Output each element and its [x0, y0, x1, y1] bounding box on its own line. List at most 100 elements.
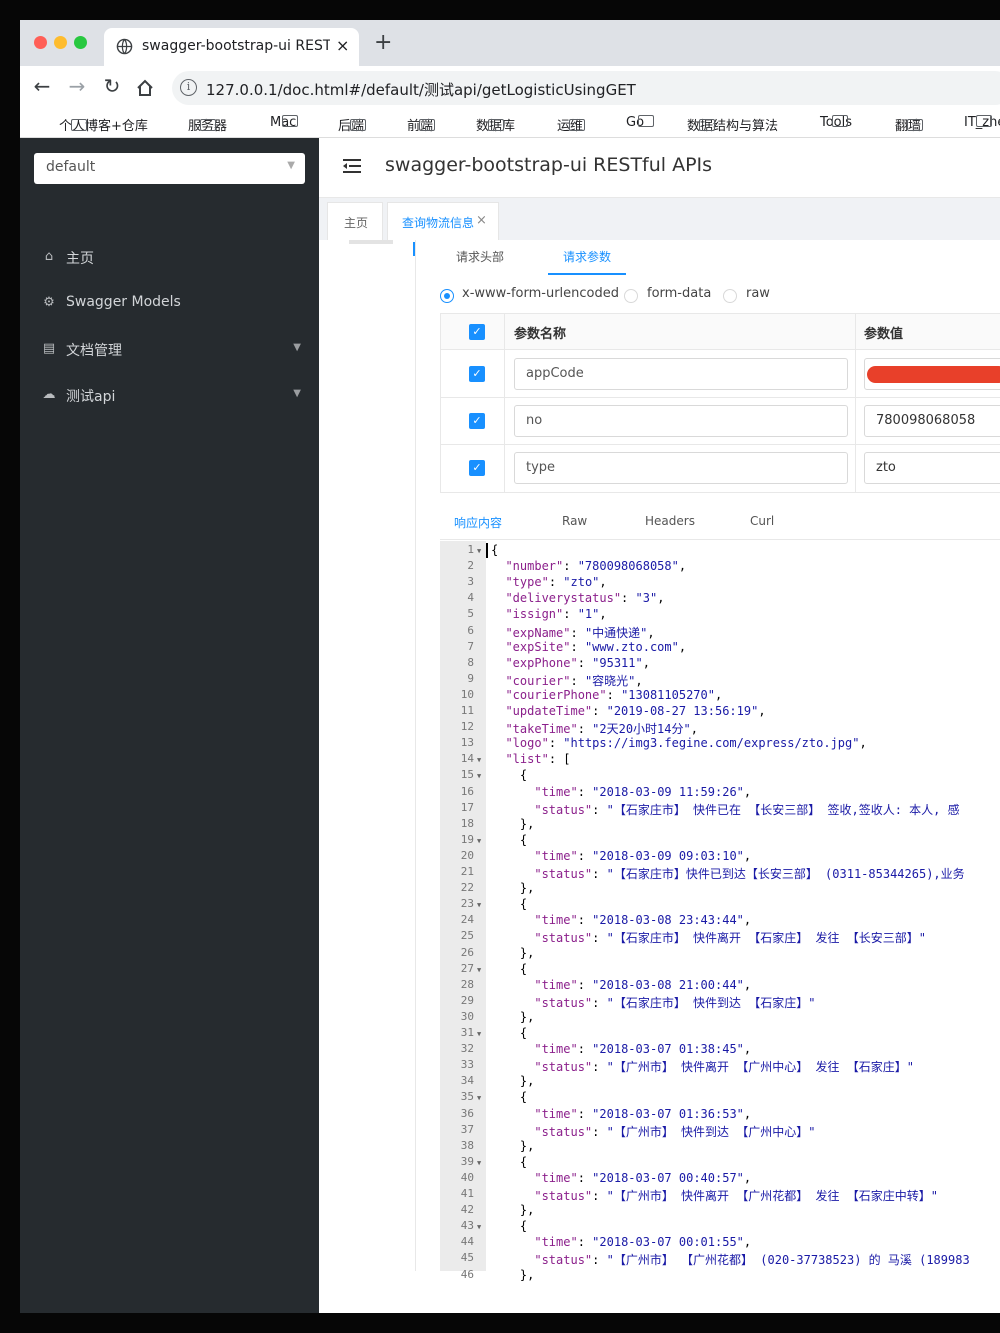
bookmark-item[interactable]: 翻墙 — [870, 115, 923, 134]
address-bar[interactable]: i 127.0.0.1/doc.html#/default/测试api/getL… — [172, 71, 1000, 105]
fold-arrow-icon[interactable]: ▼ — [477, 966, 481, 974]
code-line: }, — [491, 881, 535, 896]
home-button-icon[interactable] — [135, 78, 155, 98]
params-table: ✓ 参数名称 参数值 ✓ appCode ✓ no 780098068058 ✓… — [440, 313, 1000, 493]
sidebar-item-home[interactable]: ⌂ 主页 — [20, 238, 319, 278]
select-all-checkbox[interactable]: ✓ — [469, 324, 485, 340]
line-number: 27 — [460, 961, 474, 975]
cursor — [486, 543, 488, 558]
chevron-down-icon: ▼ — [293, 342, 301, 353]
sidebar-item-label: 测试api — [66, 389, 116, 405]
code-line: "updateTime": "2019-08-27 13:56:19", — [505, 704, 766, 718]
url-text: 127.0.0.1/doc.html#/default/测试api/getLog… — [206, 81, 636, 99]
tab-curl[interactable]: Curl — [750, 514, 774, 528]
group-select[interactable]: default ▼ — [34, 153, 305, 184]
tab-response-content[interactable]: 响应内容 — [454, 514, 502, 531]
cloud-icon: ☁ — [42, 387, 56, 402]
code-line: { — [491, 832, 528, 847]
folder-icon — [569, 119, 585, 131]
code-line: "takeTime": "2天20小时14分", — [505, 722, 698, 737]
sidebar-item-swagger-models[interactable]: ⚙ Swagger Models — [20, 284, 319, 324]
globe-icon — [116, 38, 133, 55]
response-editor[interactable]: 1 ▼ 2 3 4 5 6 7 8 9 10 11 12 13 14 ▼ 15 ▼ 16 17 18 19 ▼ 20 21 22 2… — [440, 541, 1000, 1282]
line-number: 43 — [460, 1219, 474, 1233]
row-checkbox[interactable]: ✓ — [469, 413, 485, 429]
line-number: 10 — [460, 687, 474, 701]
code-line: "status": "【石家庄市】 快件到达 【石家庄】" — [534, 995, 816, 1010]
fold-arrow-icon[interactable]: ▼ — [477, 547, 481, 555]
radio-urlencoded[interactable] — [440, 289, 454, 303]
fold-arrow-icon[interactable]: ▼ — [477, 772, 481, 780]
param-value-input[interactable] — [864, 358, 1000, 390]
bookmark-item[interactable]: 前端 — [382, 115, 435, 134]
new-tab-button[interactable]: + — [374, 30, 392, 55]
bookmark-item[interactable]: Mac — [245, 115, 298, 130]
param-value-input[interactable]: 780098068058 — [864, 405, 1000, 437]
code-line: "issign": "1", — [505, 607, 607, 622]
menu-toggle-icon[interactable] — [343, 158, 361, 174]
param-name-input[interactable]: appCode — [514, 358, 848, 390]
response-tabs: 响应内容 Raw Headers Curl — [440, 500, 1000, 540]
bookmark-item[interactable]: 服务器 — [163, 115, 227, 134]
line-number: 31 — [460, 1026, 474, 1039]
code-line: "time": "2018-03-07 00:01:55", — [534, 1235, 752, 1250]
tab-active-label: 查询物流信息 — [402, 216, 475, 230]
minimize-window-button[interactable] — [54, 36, 67, 49]
bookmark-item[interactable]: 个人博客+仓库 — [34, 115, 148, 134]
maximize-window-button[interactable] — [74, 36, 87, 49]
close-window-button[interactable] — [34, 36, 47, 49]
column-param-value: 参数值 — [864, 327, 904, 342]
param-value-input[interactable]: zto — [864, 452, 1000, 484]
sidebar-item-test-api[interactable]: ☁ 测试api ▼ — [20, 376, 319, 416]
bookmark-item[interactable]: 后端 — [313, 115, 366, 134]
code-line: { — [491, 543, 499, 557]
code-line: "status": "【广州市】 快件离开 【广州花都】 发往 【石家庄中转】" — [534, 1189, 938, 1203]
tab-raw[interactable]: Raw — [562, 514, 587, 528]
bookmark-item[interactable]: IT_zhe — [939, 115, 1000, 130]
fold-arrow-icon[interactable]: ▼ — [477, 1159, 481, 1167]
close-icon[interactable]: × — [476, 213, 487, 228]
radio-raw[interactable] — [723, 289, 737, 303]
code-line: "expName": "中通快递", — [505, 625, 655, 640]
code-line: { — [491, 768, 528, 783]
sidebar-item-doc-manage[interactable]: ▤ 文档管理 ▼ — [20, 330, 319, 370]
tab-home[interactable]: 主页 — [327, 202, 383, 240]
param-name-input[interactable]: type — [514, 452, 848, 484]
bookmark-item[interactable]: Go — [601, 115, 654, 130]
fold-arrow-icon[interactable]: ▼ — [477, 901, 481, 909]
radio-raw-label: raw — [746, 286, 770, 301]
tab-query-logistics[interactable]: 查询物流信息 × — [387, 202, 499, 240]
bookmark-item[interactable]: 数据库 — [451, 115, 515, 134]
bookmark-item[interactable]: 运维 — [532, 115, 585, 134]
tab-request-params[interactable]: 请求参数 — [563, 248, 611, 265]
code-line: "logo": "https://img3.fegine.com/express… — [505, 736, 867, 751]
fold-arrow-icon[interactable]: ▼ — [477, 756, 481, 764]
reload-icon[interactable]: ↻ — [100, 74, 124, 98]
code-line: "status": "【广州市】 快件离开 【广州中心】 发往 【石家庄】" — [534, 1060, 914, 1075]
line-number: 35 — [460, 1090, 474, 1104]
fold-arrow-icon[interactable]: ▼ — [477, 1223, 481, 1231]
tab-headers[interactable]: Headers — [645, 514, 695, 528]
bookmark-item[interactable]: 数据结构与算法 — [662, 115, 778, 134]
folder-icon — [488, 119, 504, 131]
code-line: }, — [491, 1138, 535, 1153]
code-line: "time": "2018-03-09 09:03:10", — [534, 848, 752, 863]
line-number: 1 — [467, 543, 474, 556]
back-arrow-icon[interactable]: ← — [30, 74, 54, 98]
radio-form-data[interactable] — [624, 289, 638, 303]
site-info-icon[interactable]: i — [180, 79, 197, 96]
toc-fragment — [349, 240, 393, 244]
line-number: 13 — [460, 736, 474, 750]
param-name-input[interactable]: no — [514, 405, 848, 437]
tab-request-headers[interactable]: 请求头部 — [456, 248, 504, 265]
browser-toolbar: ← → ↻ i 127.0.0.1/doc.html#/default/测试ap… — [20, 66, 1000, 112]
fold-arrow-icon[interactable]: ▼ — [477, 837, 481, 845]
fold-arrow-icon[interactable]: ▼ — [477, 1094, 481, 1102]
row-checkbox[interactable]: ✓ — [469, 366, 485, 382]
forward-arrow-icon[interactable]: → — [65, 74, 89, 98]
browser-tab[interactable]: swagger-bootstrap-ui RESTful APIs × — [104, 28, 359, 66]
row-checkbox[interactable]: ✓ — [469, 460, 485, 476]
fold-arrow-icon[interactable]: ▼ — [477, 1030, 481, 1038]
tab-close-icon[interactable]: × — [336, 36, 349, 55]
bookmark-item[interactable]: Tools — [795, 115, 852, 130]
